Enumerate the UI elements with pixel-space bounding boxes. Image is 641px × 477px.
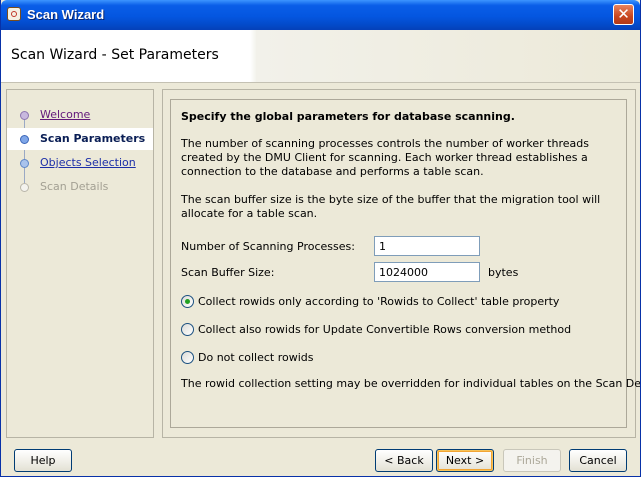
processes-description: The number of scanning processes control…: [181, 137, 589, 178]
nav-step-welcome[interactable]: Welcome: [7, 104, 153, 126]
nav-step-objects-selection[interactable]: Objects Selection: [7, 152, 153, 174]
rowid-override-note: The rowid collection setting may be over…: [181, 377, 641, 390]
title-bar[interactable]: Scan Wizard ✕: [1, 0, 640, 30]
processes-label: Number of Scanning Processes:: [181, 240, 355, 253]
nav-step-label[interactable]: Objects Selection: [40, 156, 136, 169]
finish-button-label: Finish: [516, 454, 548, 467]
wizard-steps-panel: Welcome Scan Parameters Objects Selectio…: [6, 89, 154, 438]
buffer-size-label: Scan Buffer Size:: [181, 266, 275, 279]
step-visited-icon: [20, 111, 29, 120]
nav-step-label: Scan Parameters: [40, 132, 146, 145]
cancel-button-label: Cancel: [579, 454, 617, 467]
back-arrow-icon: <: [384, 454, 397, 467]
back-button-label: Back: [397, 454, 424, 467]
radio-label[interactable]: Collect also rowids for Update Convertib…: [198, 323, 571, 336]
buffer-size-input[interactable]: [374, 262, 480, 282]
buffer-size-units: bytes: [488, 266, 519, 279]
banner-title: Scan Wizard - Set Parameters: [11, 47, 219, 63]
nav-step-label[interactable]: Welcome: [40, 108, 90, 121]
app-wizard-icon: [7, 7, 21, 21]
step-current-icon: [20, 135, 29, 144]
radio-checked-icon[interactable]: [181, 295, 194, 308]
next-button[interactable]: Next >: [436, 449, 494, 472]
parameters-group: Specify the global parameters for databa…: [170, 99, 640, 428]
cancel-button[interactable]: Cancel: [569, 449, 627, 472]
next-button-label: Next >: [445, 454, 485, 467]
scan-wizard-window: Scan Wizard ✕ Scan Wizard - Set Paramete…: [0, 0, 641, 477]
finish-button: Finish: [503, 449, 561, 472]
back-button[interactable]: < Back: [375, 449, 433, 472]
help-button-label: Help: [30, 454, 56, 467]
wizard-banner: Scan Wizard - Set Parameters: [1, 30, 640, 83]
close-icon[interactable]: ✕: [613, 4, 634, 25]
radio-unchecked-icon[interactable]: [181, 323, 194, 336]
step-next-icon: [20, 159, 29, 168]
content-panel: Specify the global parameters for databa…: [162, 89, 640, 438]
nav-step-scan-parameters[interactable]: Scan Parameters: [7, 128, 153, 150]
radio-unchecked-icon[interactable]: [181, 351, 194, 364]
section-heading: Specify the global parameters for databa…: [181, 110, 515, 123]
window-title: Scan Wizard: [27, 7, 105, 22]
nav-step-scan-details: Scan Details: [7, 176, 153, 198]
nav-step-label: Scan Details: [40, 180, 109, 193]
step-disabled-icon: [20, 183, 29, 192]
radio-label[interactable]: Do not collect rowids: [198, 351, 314, 364]
radio-label[interactable]: Collect rowids only according to 'Rowids…: [198, 295, 559, 308]
processes-input[interactable]: [374, 236, 480, 256]
help-button[interactable]: Help: [14, 449, 72, 472]
buffer-description: The scan buffer size is the byte size of…: [181, 193, 601, 220]
